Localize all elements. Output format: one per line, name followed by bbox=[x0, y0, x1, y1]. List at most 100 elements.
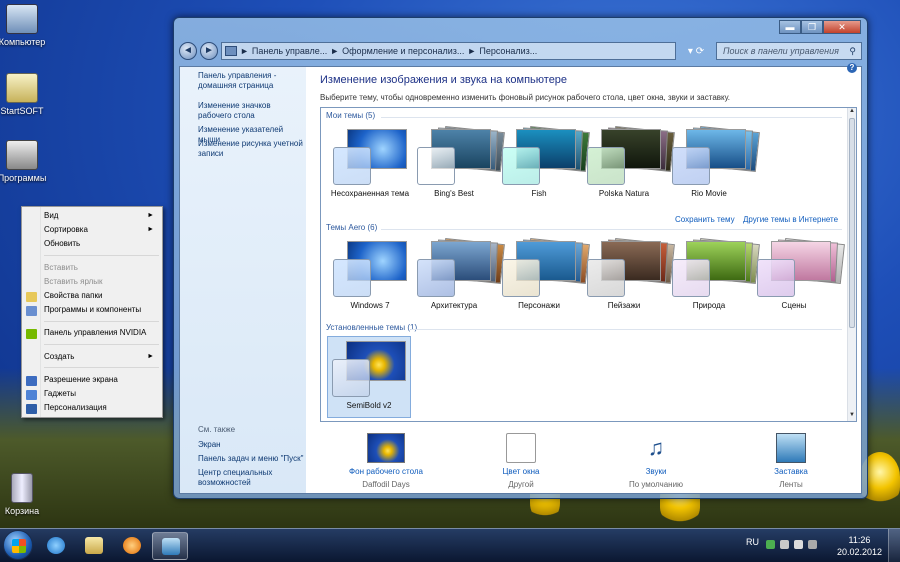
computer-icon bbox=[6, 4, 38, 34]
desktop-icon-programs[interactable]: Программы bbox=[0, 140, 52, 183]
search-icon[interactable]: ⚲ bbox=[849, 43, 856, 59]
sidebar-link-ease-of-access[interactable]: Центр специальных возможностей bbox=[198, 468, 306, 488]
desktop-icon-label: Корзина bbox=[4, 506, 40, 516]
more-themes-online-link[interactable]: Другие темы в Интернете bbox=[743, 215, 838, 224]
minimize-button[interactable]: ▬ bbox=[779, 20, 801, 34]
show-desktop-button[interactable] bbox=[888, 529, 900, 562]
theme-polska-natura[interactable]: Polska Natura bbox=[583, 125, 675, 207]
desktop-background-setting[interactable]: Фон рабочего стола Daffodil Days bbox=[326, 433, 446, 489]
flag-icon[interactable] bbox=[780, 540, 789, 549]
breadcrumb-sep-icon: ► bbox=[330, 46, 340, 56]
programs-features-icon bbox=[26, 306, 37, 316]
screensaver-setting[interactable]: Заставка Ленты bbox=[731, 433, 851, 489]
folder-icon bbox=[6, 73, 38, 103]
internet-explorer-icon bbox=[47, 537, 65, 554]
menu-item-folder-options[interactable]: Свойства папки bbox=[44, 290, 160, 302]
breadcrumb-item[interactable]: Персонализ... bbox=[479, 46, 537, 56]
folder-icon bbox=[85, 537, 103, 554]
sidebar-link-account-picture[interactable]: Изменение рисунка учетной записи bbox=[198, 139, 306, 159]
sounds-setting[interactable]: ♫ Звуки По умолчанию bbox=[596, 433, 716, 489]
theme-architecture[interactable]: Архитектура bbox=[413, 237, 505, 319]
volume-icon[interactable] bbox=[794, 540, 803, 549]
screen-resolution-icon bbox=[26, 376, 37, 386]
theme-unsaved[interactable]: Несохраненная тема bbox=[329, 125, 411, 207]
menu-item-gadgets[interactable]: Гаджеты bbox=[44, 388, 160, 400]
breadcrumb-item[interactable]: Оформление и персонализ... bbox=[342, 46, 464, 56]
sidebar-link-display[interactable]: Экран bbox=[198, 440, 306, 450]
page-subtitle: Выберите тему, чтобы одновременно измени… bbox=[320, 93, 731, 102]
desktop-icon-startsoft[interactable]: StartSOFT bbox=[0, 73, 52, 116]
submenu-arrow-icon: ► bbox=[147, 212, 154, 219]
programs-icon bbox=[6, 140, 38, 170]
refresh-icon[interactable]: ⟳ bbox=[696, 46, 704, 57]
help-button[interactable]: ? bbox=[847, 63, 857, 73]
menu-item-view[interactable]: Вид ► bbox=[44, 210, 160, 222]
windows-logo-icon bbox=[12, 539, 26, 553]
nvidia-icon bbox=[26, 329, 37, 339]
sidebar-link-home[interactable]: Панель управления - домашняя страница bbox=[198, 71, 306, 91]
menu-item-refresh[interactable]: Обновить bbox=[44, 238, 160, 250]
personalization-window: ▬ ❐ ✕ ◄ ► ► Панель управле... ► Оформлен… bbox=[173, 17, 868, 499]
taskbar-media-player[interactable] bbox=[114, 532, 150, 560]
maximize-button[interactable]: ❐ bbox=[801, 20, 823, 34]
theme-bings-best[interactable]: Bing's Best bbox=[413, 125, 505, 207]
desktop-icon-label: StartSOFT bbox=[0, 106, 44, 116]
breadcrumb-item[interactable]: Панель управле... bbox=[252, 46, 327, 56]
search-placeholder: Поиск в панели управления bbox=[723, 46, 839, 56]
save-theme-link[interactable]: Сохранить тему bbox=[675, 215, 735, 224]
taskbar-explorer[interactable] bbox=[76, 532, 112, 560]
taskbar-control-panel[interactable] bbox=[152, 532, 188, 560]
desktop-icon-computer[interactable]: Компьютер bbox=[0, 4, 52, 47]
system-tray: RU 11:26 20.02.2012 bbox=[736, 529, 900, 562]
menu-separator bbox=[44, 255, 159, 256]
window-color-setting[interactable]: Цвет окна Другой bbox=[461, 433, 581, 489]
network-icon[interactable] bbox=[766, 540, 775, 549]
search-input[interactable]: Поиск в панели управления ⚲ bbox=[716, 42, 862, 60]
theme-nature[interactable]: Природа bbox=[668, 237, 760, 319]
menu-item-screen-resolution[interactable]: Разрешение экрана bbox=[44, 374, 160, 386]
theme-fish[interactable]: Fish bbox=[498, 125, 590, 207]
theme-landscapes[interactable]: Пейзажи bbox=[583, 237, 675, 319]
start-button[interactable] bbox=[3, 530, 33, 560]
themes-list: ▲ ▼ Мои темы (5) Несохраненная тема Bing… bbox=[320, 107, 857, 422]
menu-separator bbox=[44, 344, 159, 345]
clock[interactable]: 11:26 20.02.2012 bbox=[837, 534, 882, 558]
forward-button[interactable]: ► bbox=[200, 42, 218, 60]
themes-scrollbar[interactable]: ▲ ▼ bbox=[847, 108, 856, 421]
section-installed-themes: Установленные темы (1) bbox=[326, 323, 418, 332]
theme-scenes[interactable]: Сцены bbox=[753, 237, 845, 319]
menu-item-new[interactable]: Создать ► bbox=[44, 351, 160, 363]
address-bar-row: ◄ ► ► Панель управле... ► Оформление и п… bbox=[179, 40, 862, 62]
theme-characters[interactable]: Персонажи bbox=[498, 237, 590, 319]
desktop-icon-recycle-bin[interactable]: Корзина bbox=[0, 473, 52, 516]
theme-windows-7[interactable]: Windows 7 bbox=[329, 237, 411, 319]
submenu-arrow-icon: ► bbox=[147, 226, 154, 233]
scroll-down-icon[interactable]: ▼ bbox=[848, 412, 856, 421]
menu-item-programs-features[interactable]: Программы и компоненты bbox=[44, 304, 160, 316]
clock-date: 20.02.2012 bbox=[836, 547, 882, 557]
clock-time: 11:26 bbox=[848, 535, 871, 545]
scroll-thumb[interactable] bbox=[849, 118, 855, 328]
desktop-icon-label: Программы bbox=[0, 173, 47, 183]
page-title: Изменение изображения и звука на компьют… bbox=[320, 74, 568, 86]
theme-rio-movie[interactable]: Rio Movie bbox=[668, 125, 760, 207]
window-color-swatch bbox=[506, 433, 536, 463]
dropdown-icon[interactable]: ▾ bbox=[688, 46, 693, 57]
menu-item-nvidia-panel[interactable]: Панель управления NVIDIA bbox=[44, 327, 160, 339]
taskbar-internet-explorer[interactable] bbox=[38, 532, 74, 560]
music-notes-icon: ♫ bbox=[647, 435, 665, 460]
sidebar-link-desktop-icons[interactable]: Изменение значков рабочего стола bbox=[198, 101, 306, 121]
menu-item-personalization[interactable]: Персонализация bbox=[44, 402, 160, 414]
wallpaper-thumbnail bbox=[367, 433, 405, 463]
power-icon[interactable] bbox=[808, 540, 817, 549]
menu-item-sort[interactable]: Сортировка ► bbox=[44, 224, 160, 236]
window-body: Панель управления - домашняя страница Из… bbox=[179, 63, 862, 494]
submenu-arrow-icon: ► bbox=[147, 353, 154, 360]
language-indicator[interactable]: RU bbox=[746, 537, 759, 547]
close-button[interactable]: ✕ bbox=[823, 20, 861, 34]
sidebar-link-taskbar[interactable]: Панель задач и меню "Пуск" bbox=[198, 454, 306, 464]
breadcrumb[interactable]: ► Панель управле... ► Оформление и персо… bbox=[221, 42, 676, 60]
scroll-up-icon[interactable]: ▲ bbox=[848, 108, 856, 117]
back-button[interactable]: ◄ bbox=[179, 42, 197, 60]
theme-semibold-v2[interactable]: SemiBold v2 bbox=[327, 336, 411, 418]
